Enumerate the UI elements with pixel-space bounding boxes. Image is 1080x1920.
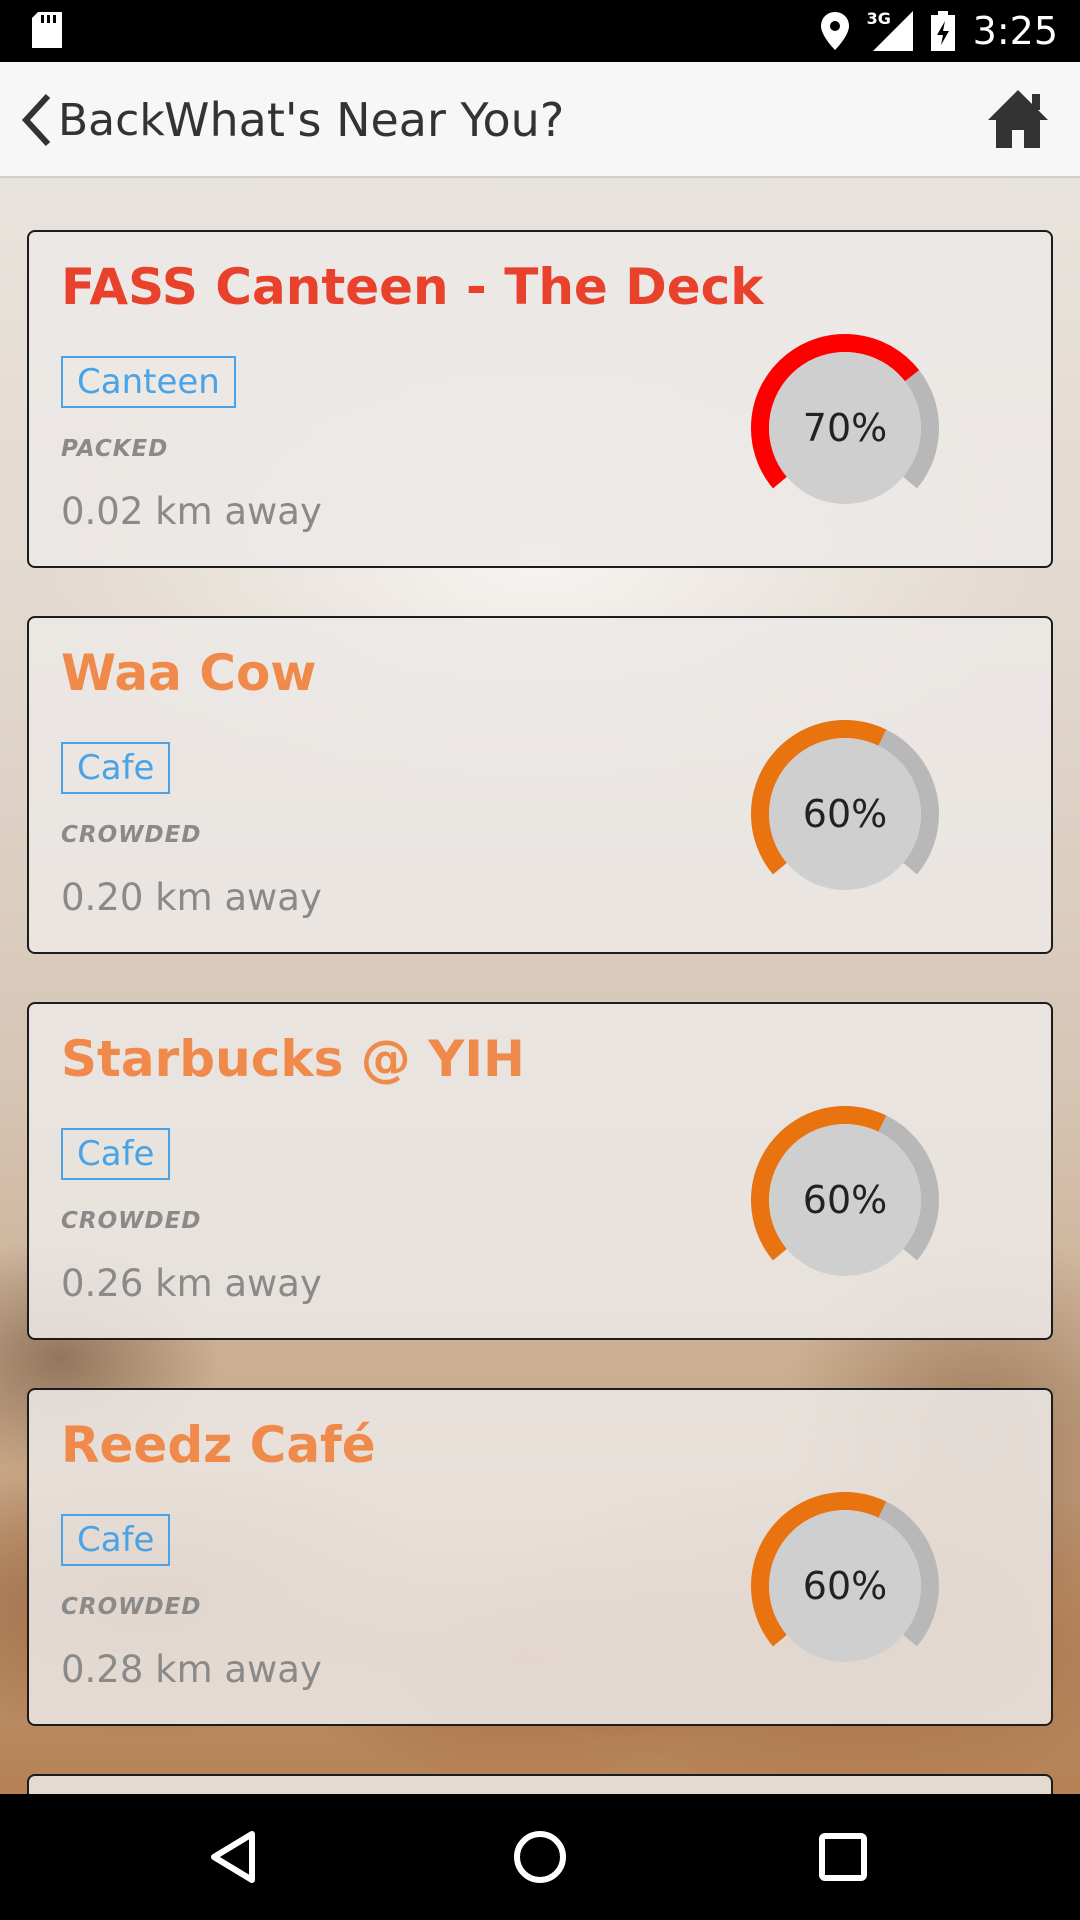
- clock-time: 3:25: [972, 9, 1058, 53]
- place-name: Reedz Café: [61, 1416, 376, 1474]
- app-header: Back What's Near You?: [0, 62, 1080, 178]
- crowd-status: CROWDED: [61, 1208, 202, 1234]
- back-label: Back: [58, 94, 165, 146]
- place-distance: 0.28 km away: [61, 1648, 322, 1691]
- battery-charging-icon: [930, 11, 955, 51]
- occupancy-percent: 70%: [802, 406, 888, 450]
- place-distance: 0.02 km away: [61, 490, 322, 533]
- crowd-status: CROWDED: [61, 1594, 202, 1620]
- crowd-status: CROWDED: [61, 822, 202, 848]
- signal-icon: [872, 11, 913, 51]
- place-card[interactable]: Waa Cow Cafe CROWDED 0.20 km away 60%: [27, 616, 1053, 954]
- page-title: What's Near You?: [164, 93, 565, 147]
- back-button[interactable]: Back: [18, 62, 165, 178]
- status-bar: 3G 3:25: [0, 0, 1080, 62]
- location-icon: [820, 12, 849, 50]
- occupancy-percent: 60%: [802, 1178, 888, 1222]
- home-circle-icon[interactable]: [505, 1822, 575, 1892]
- sd-card-icon: [32, 12, 62, 48]
- place-name: FASS Canteen - The Deck: [61, 258, 764, 316]
- place-category-tag: Canteen: [61, 356, 236, 408]
- places-list[interactable]: FASS Canteen - The Deck Canteen PACKED 0…: [0, 178, 1080, 1794]
- place-card[interactable]: Starbucks @ YIH Cafe CROWDED 0.26 km awa…: [27, 1002, 1053, 1340]
- place-card-partial[interactable]: [27, 1774, 1053, 1794]
- home-icon[interactable]: [986, 88, 1050, 150]
- system-nav-bar: [0, 1794, 1080, 1920]
- place-category-tag: Cafe: [61, 1514, 171, 1566]
- place-distance: 0.26 km away: [61, 1262, 322, 1305]
- chevron-left-icon: [21, 93, 51, 147]
- recents-square-icon[interactable]: [808, 1822, 878, 1892]
- occupancy-percent: 60%: [802, 1564, 888, 1608]
- place-name: Starbucks @ YIH: [61, 1030, 525, 1088]
- place-category-tag: Cafe: [61, 1128, 171, 1180]
- place-distance: 0.20 km away: [61, 876, 322, 919]
- place-category-tag: Cafe: [61, 742, 171, 794]
- crowd-status: PACKED: [61, 436, 169, 462]
- occupancy-percent: 60%: [802, 792, 888, 836]
- place-card[interactable]: Reedz Café Cafe CROWDED 0.28 km away 60%: [27, 1388, 1053, 1726]
- place-card[interactable]: FASS Canteen - The Deck Canteen PACKED 0…: [27, 230, 1053, 568]
- place-name: Waa Cow: [61, 644, 317, 702]
- back-triangle-icon[interactable]: [200, 1822, 270, 1892]
